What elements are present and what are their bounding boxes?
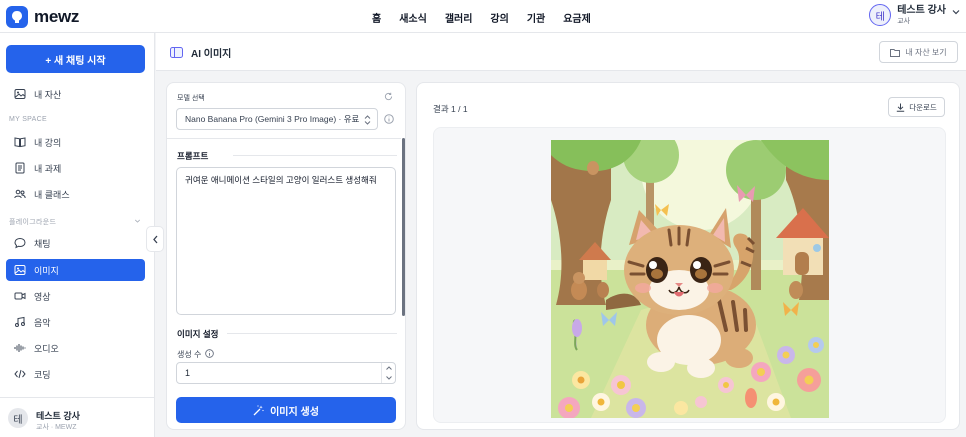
section-playground: 플레이그라운드 <box>9 219 57 226</box>
sidebar-item-label: 내 강의 <box>34 137 62 148</box>
chevron-up-icon[interactable] <box>385 366 392 370</box>
count-label: 생성 수 <box>177 350 202 359</box>
sidebar-item-label: 음악 <box>34 317 51 328</box>
model-select-value: Nano Banana Pro (Gemini 3 Pro Image) · 유… <box>185 114 360 124</box>
count-stepper[interactable]: 1 <box>176 362 396 384</box>
divider <box>227 333 397 334</box>
chevron-down-icon[interactable] <box>385 376 392 380</box>
sidebar-item-label: 채팅 <box>34 238 51 249</box>
folder-icon <box>890 48 901 57</box>
sidebar-item-image[interactable]: 이미지 <box>6 259 145 281</box>
book-icon <box>14 137 26 148</box>
sidebar-user-name: 테스트 강사 <box>36 411 80 421</box>
stepper-buttons <box>381 363 395 383</box>
chevron-down-icon[interactable] <box>134 218 141 224</box>
download-icon <box>896 103 905 112</box>
avatar: 테 <box>869 4 892 26</box>
chevron-left-icon <box>152 235 157 243</box>
info-icon[interactable] <box>205 349 214 358</box>
music-icon <box>15 316 25 327</box>
model-label: 모델 선택 <box>177 95 205 102</box>
generate-image-label: 이미지 생성 <box>270 406 319 418</box>
logo-icon <box>6 6 28 28</box>
info-icon[interactable] <box>384 114 394 124</box>
model-select[interactable]: Nano Banana Pro (Gemini 3 Pro Image) · 유… <box>176 108 378 130</box>
view-assets-label: 내 자산 보기 <box>905 47 947 57</box>
image-settings-label: 이미지 설정 <box>177 329 219 339</box>
refresh-icon[interactable] <box>384 92 393 101</box>
avatar: 테 <box>8 408 28 428</box>
scrollbar[interactable] <box>402 138 405 316</box>
download-button[interactable]: 다운로드 <box>888 97 945 117</box>
generation-form-panel: 모델 선택 Nano Banana Pro (Gemini 3 Pro Imag… <box>166 82 406 430</box>
sidebar-item-my-assignments[interactable]: 내 과제 <box>6 157 145 179</box>
nav-item-gallery[interactable]: 갤러리 <box>445 10 473 25</box>
sidebar-user[interactable]: 테 테스트 강사 교사 · MEWZ <box>0 397 155 437</box>
users-icon <box>14 189 26 199</box>
page-title: AI 이미지 <box>170 45 231 60</box>
sidebar-item-video[interactable]: 영상 <box>6 285 145 307</box>
image-icon <box>14 265 26 275</box>
nav-item-courses[interactable]: 강의 <box>490 10 508 25</box>
result-count: 결과 1 / 1 <box>433 104 468 114</box>
top-bar: mewz 홈 새소식 갤러리 강의 기관 요금제 테 테스트 강사 교사 <box>0 0 966 33</box>
divider <box>233 155 397 156</box>
logo[interactable]: mewz <box>6 6 79 28</box>
divider <box>167 138 401 139</box>
sidebar-collapse-button[interactable] <box>146 226 164 252</box>
sidebar-item-label: 내 과제 <box>34 163 62 174</box>
sidebar-item-coding[interactable]: 코딩 <box>6 363 145 385</box>
sidebar-item-label: 내 자산 <box>34 89 62 100</box>
view-assets-button[interactable]: 내 자산 보기 <box>879 41 958 63</box>
chevron-updown-icon <box>364 115 371 125</box>
count-value: 1 <box>185 368 191 378</box>
sidebar-item-label: 코딩 <box>34 369 51 380</box>
magic-wand-icon <box>253 404 264 415</box>
nav-item-pricing[interactable]: 요금제 <box>563 10 591 25</box>
chat-icon <box>14 237 26 249</box>
nav-item-news[interactable]: 새소식 <box>399 10 427 25</box>
sidebar-item-label: 내 클래스 <box>34 189 70 200</box>
sidebar-item-my-assets[interactable]: 내 자산 <box>6 83 145 105</box>
prompt-textarea[interactable]: 귀여운 애니메이션 스타일의 고양이 일러스트 생성해줘 <box>176 167 396 315</box>
sidebar-panel-icon <box>170 47 183 58</box>
sidebar-item-music[interactable]: 음악 <box>6 311 145 333</box>
user-role: 교사 <box>897 17 911 25</box>
sidebar-item-my-courses[interactable]: 내 강의 <box>6 131 145 153</box>
new-chat-button[interactable]: + 새 채팅 시작 <box>6 45 145 73</box>
page-header: AI 이미지 내 자산 보기 <box>156 33 966 71</box>
nav-item-home[interactable]: 홈 <box>372 10 381 25</box>
page-title-text: AI 이미지 <box>191 49 232 60</box>
result-panel: 결과 1 / 1 다운로드 <box>416 82 960 430</box>
code-icon <box>14 369 26 379</box>
generate-image-button[interactable]: 이미지 생성 <box>176 397 396 423</box>
generated-image[interactable] <box>551 140 829 418</box>
sidebar-item-audio[interactable]: 오디오 <box>6 337 145 359</box>
image-preview-area <box>433 127 946 423</box>
prompt-label: 프롬프트 <box>177 151 209 161</box>
logo-text: mewz <box>34 7 80 26</box>
document-icon <box>15 162 25 174</box>
sidebar-user-role: 교사 · MEWZ <box>36 424 77 431</box>
image-icon <box>14 89 26 99</box>
sidebar-item-my-classes[interactable]: 내 클래스 <box>6 183 145 205</box>
sidebar-item-label: 영상 <box>34 291 51 302</box>
audio-wave-icon <box>14 344 26 352</box>
section-my-space: MY SPACE <box>9 116 47 123</box>
user-menu[interactable]: 테 테스트 강사 교사 <box>869 4 960 26</box>
sidebar: + 새 채팅 시작 내 자산 MY SPACE 내 강의 내 과제 내 클래스 … <box>0 33 155 437</box>
sidebar-item-label: 오디오 <box>34 343 59 354</box>
sidebar-item-label: 이미지 <box>34 265 59 276</box>
nav-item-institutions[interactable]: 기관 <box>527 10 545 25</box>
video-icon <box>14 292 26 300</box>
user-name: 테스트 강사 <box>897 4 946 16</box>
download-label: 다운로드 <box>909 102 937 112</box>
chevron-down-icon <box>952 10 960 15</box>
sidebar-item-chat[interactable]: 채팅 <box>6 232 145 254</box>
main-nav: 홈 새소식 갤러리 강의 기관 요금제 <box>372 10 591 25</box>
